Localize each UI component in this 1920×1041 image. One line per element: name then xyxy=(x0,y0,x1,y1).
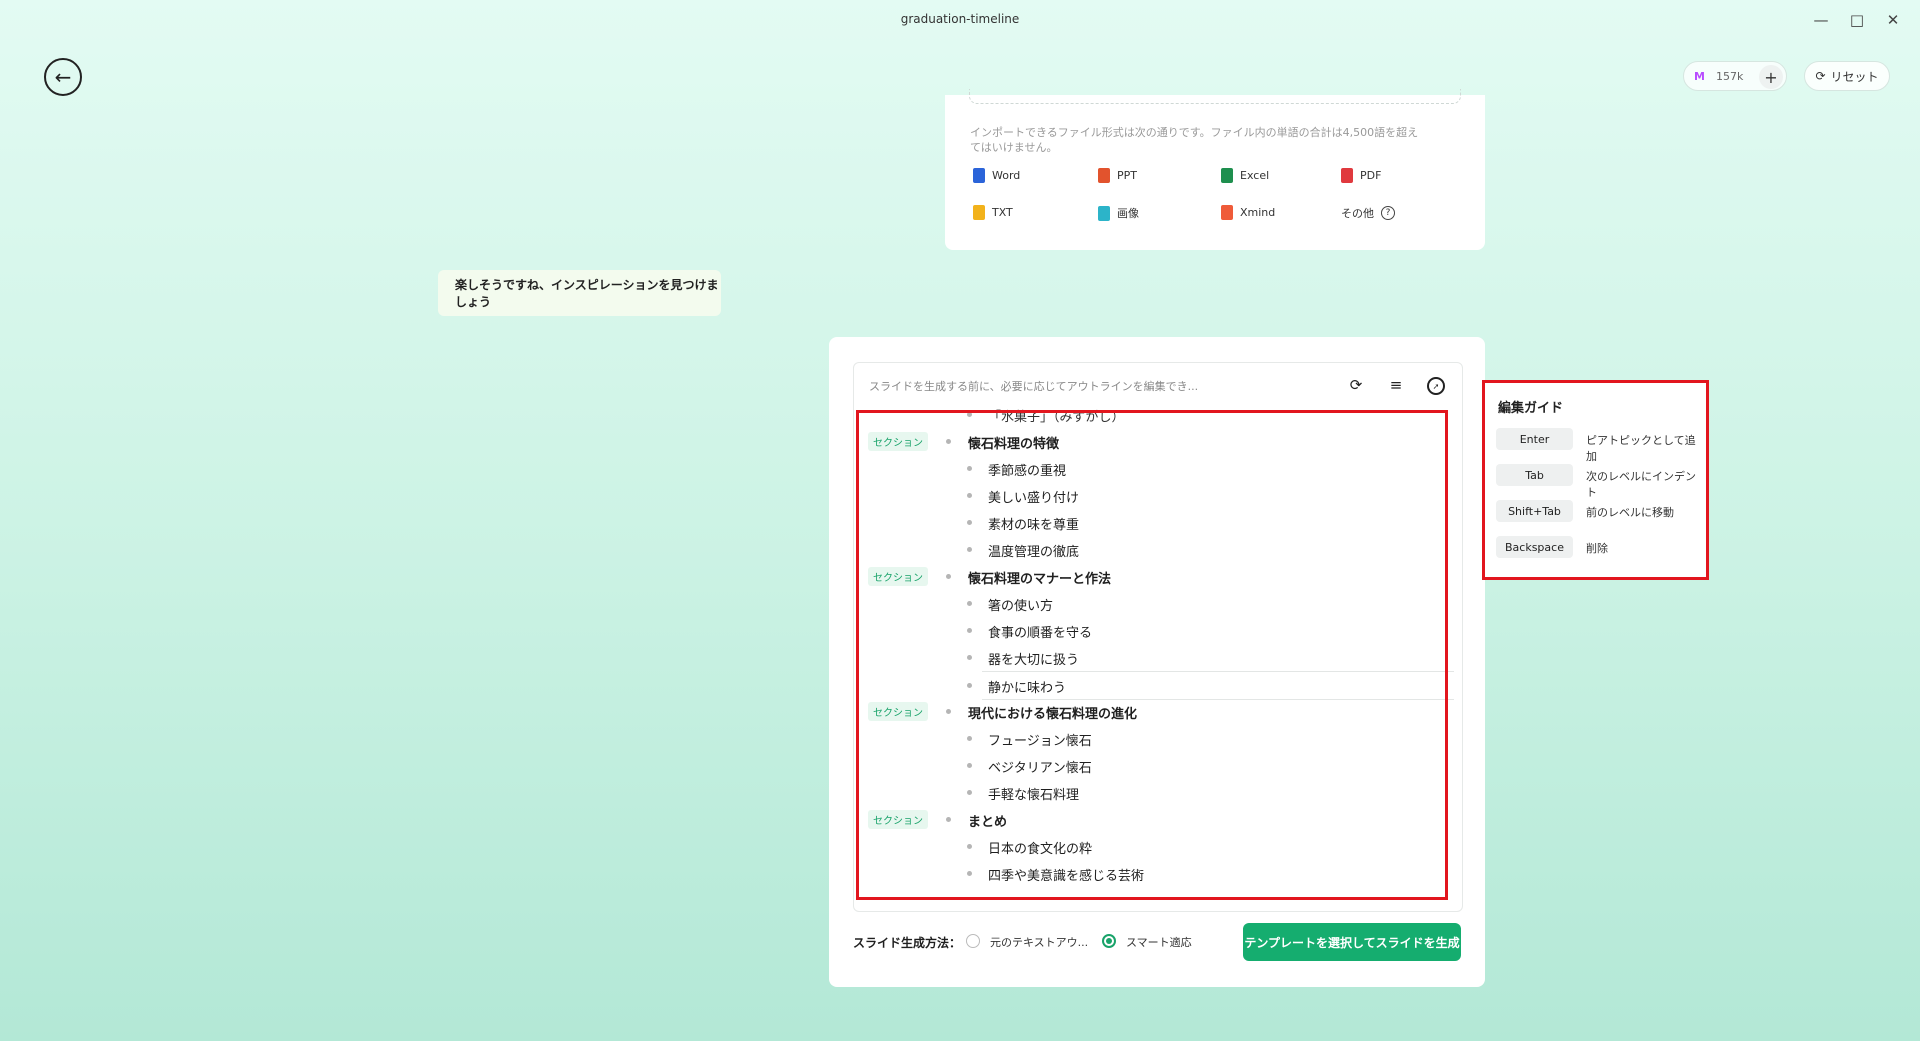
shortcut-key: Backspace xyxy=(1496,536,1573,558)
file-type-label: TXT xyxy=(992,206,1013,219)
add-credits-button[interactable]: + xyxy=(1759,65,1783,89)
file-type-7: その他? xyxy=(1341,205,1395,221)
file-type-3: PDF xyxy=(1341,168,1381,183)
shortcut-description: 次のレベルにインデント xyxy=(1586,470,1696,499)
shortcut-description: ピアトピックとして追加 xyxy=(1586,434,1696,463)
window-title: graduation-timeline xyxy=(900,12,1020,26)
guide-title: 編集ガイド xyxy=(1498,401,1564,416)
file-type-grid: Word PPT Excel PDF TXT 画像 Xmind その他? xyxy=(973,168,1443,238)
shortcut-key: Shift+Tab xyxy=(1496,500,1573,522)
file-type-icon xyxy=(1098,168,1110,183)
generation-method-label: スライド生成方法： xyxy=(853,936,962,950)
file-type-icon xyxy=(973,168,985,183)
shortcut-description: 前のレベルに移動 xyxy=(1586,506,1674,519)
radio-smart-adapt[interactable] xyxy=(1102,934,1116,948)
file-type-5: 画像 xyxy=(1098,205,1139,221)
chat-message: 楽しそうですね、インスピレーションを見つけましょう xyxy=(438,270,721,316)
title-bar: graduation-timeline — □ ✕ xyxy=(0,0,1920,40)
shortcut-key: Enter xyxy=(1496,428,1573,450)
credits-logo-icon: M xyxy=(1694,70,1705,83)
upload-dropzone[interactable] xyxy=(969,89,1461,104)
back-arrow-icon[interactable]: ← xyxy=(44,58,82,96)
file-type-4: TXT xyxy=(973,205,1013,220)
file-type-label: Xmind xyxy=(1240,206,1276,219)
file-type-0: Word xyxy=(973,168,1020,183)
reset-label: リセット xyxy=(1830,69,1879,84)
credits-count: 157k xyxy=(1716,69,1744,83)
edit-guide-panel: 編集ガイド Enter ピアトピックとして追加 Tab 次のレベルにインデント Shif… xyxy=(1482,380,1709,580)
file-type-icon xyxy=(1341,168,1353,183)
refresh-icon: ⟳ xyxy=(1815,69,1826,83)
minimize-icon[interactable]: — xyxy=(1805,6,1837,34)
list-filter-icon[interactable]: ≡ xyxy=(1386,375,1406,395)
file-type-label: Excel xyxy=(1240,169,1270,182)
regenerate-icon[interactable]: ⟳ xyxy=(1346,375,1366,395)
radio-original-text[interactable] xyxy=(966,934,980,948)
file-type-2: Excel xyxy=(1221,168,1269,183)
file-type-label: その他 xyxy=(1341,207,1374,220)
maximize-icon[interactable]: □ xyxy=(1841,6,1873,34)
generate-slides-button[interactable]: テンプレートを選択してスライドを生成 xyxy=(1243,923,1461,961)
file-type-icon xyxy=(1098,205,1110,221)
import-card: インポートできるファイル形式は次の通りです。ファイル内の単語の合計は4,500語… xyxy=(945,89,1485,250)
file-type-icon xyxy=(973,205,985,220)
compass-icon[interactable]: ➚ xyxy=(1427,377,1445,395)
file-type-icon xyxy=(1221,205,1233,220)
import-note: インポートできるファイル形式は次の通りです。ファイル内の単語の合計は4,500語… xyxy=(970,126,1419,154)
reset-button[interactable]: ⟳ リセット xyxy=(1804,61,1890,91)
file-type-6: Xmind xyxy=(1221,205,1275,220)
file-type-1: PPT xyxy=(1098,168,1137,183)
outline-placeholder: スライドを生成する前に、必要に応じてアウトラインを編集でき... xyxy=(869,380,1199,393)
shortcut-description: 削除 xyxy=(1586,542,1608,555)
close-icon[interactable]: ✕ xyxy=(1877,6,1909,34)
radio-smart-label[interactable]: スマート適応 xyxy=(1126,934,1192,950)
file-type-label: Word xyxy=(992,169,1021,182)
radio-original-label[interactable]: 元のテキストアウ... xyxy=(990,934,1088,950)
file-type-label: PPT xyxy=(1117,169,1137,182)
outline-highlight-box xyxy=(856,410,1448,900)
credits-badge[interactable]: M 157k + xyxy=(1683,61,1787,91)
shortcut-key: Tab xyxy=(1496,464,1573,486)
file-type-icon xyxy=(1221,168,1233,183)
file-type-label: 画像 xyxy=(1117,207,1139,220)
help-icon[interactable]: ? xyxy=(1381,206,1395,220)
file-type-label: PDF xyxy=(1360,169,1382,182)
